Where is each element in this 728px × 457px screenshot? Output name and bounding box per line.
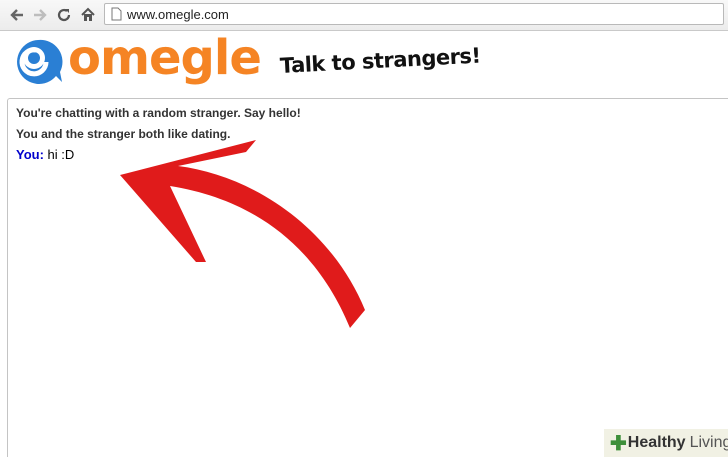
- healthy-living-watermark: ✚ Healthy Living: [604, 429, 728, 457]
- watermark-word: Living: [689, 434, 728, 451]
- plus-icon: ✚: [610, 432, 627, 455]
- annotation-arrow-icon: [120, 140, 365, 328]
- watermark-word: Healthy: [627, 434, 686, 451]
